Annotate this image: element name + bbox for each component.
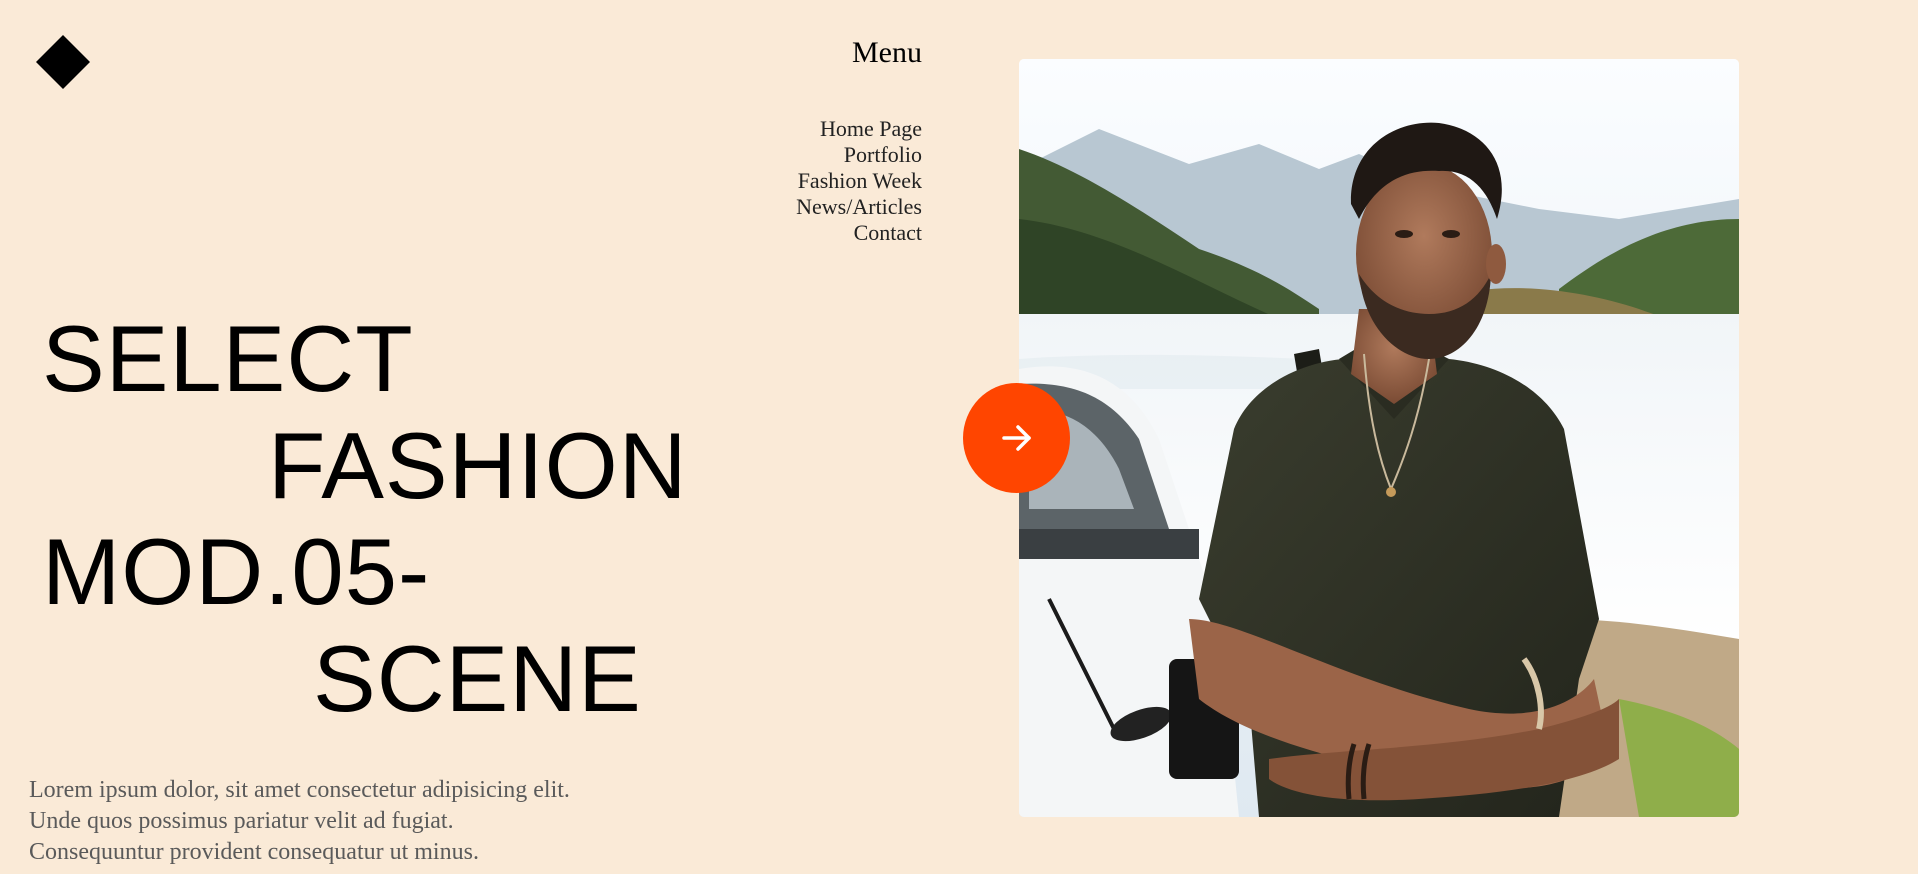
menu-link-fashion-week[interactable]: Fashion Week — [798, 168, 922, 193]
description-line: Unde quos possimus pariatur velit ad fug… — [29, 808, 454, 834]
menu-list: Home Page Portfolio Fashion Week News/Ar… — [740, 116, 922, 246]
menu-link-portfolio[interactable]: Portfolio — [844, 142, 922, 167]
menu-item-home: Home Page — [740, 116, 922, 142]
menu-link-news-articles[interactable]: News/Articles — [796, 194, 922, 219]
menu-item-fashion-week: Fashion Week — [740, 168, 922, 194]
description-line: Consequuntur provident consequatur ut mi… — [29, 839, 479, 865]
model-photo-illustration — [1019, 59, 1739, 817]
diamond-logo-icon — [36, 35, 90, 89]
menu-item-portfolio: Portfolio — [740, 142, 922, 168]
next-arrow-button[interactable] — [963, 383, 1070, 493]
menu-link-home-page[interactable]: Home Page — [820, 116, 922, 141]
headline-line-fashion: FASHION — [268, 413, 688, 518]
headline-line-mod: MOD.05- — [42, 519, 431, 624]
menu-link-contact[interactable]: Contact — [854, 220, 922, 245]
hero-description: Lorem ipsum dolor, sit amet consectetur … — [29, 775, 729, 868]
headline-line-scene: SCENE — [313, 626, 642, 731]
description-line: Lorem ipsum dolor, sit amet consectetur … — [29, 777, 570, 803]
menu-item-contact: Contact — [740, 220, 922, 246]
headline-line-select: SELECT — [42, 306, 414, 411]
menu-item-news: News/Articles — [740, 194, 922, 220]
menu-title[interactable]: Menu — [760, 34, 922, 72]
arrow-right-icon — [1001, 425, 1031, 451]
logo[interactable] — [36, 35, 90, 89]
model-photo — [1019, 59, 1739, 817]
